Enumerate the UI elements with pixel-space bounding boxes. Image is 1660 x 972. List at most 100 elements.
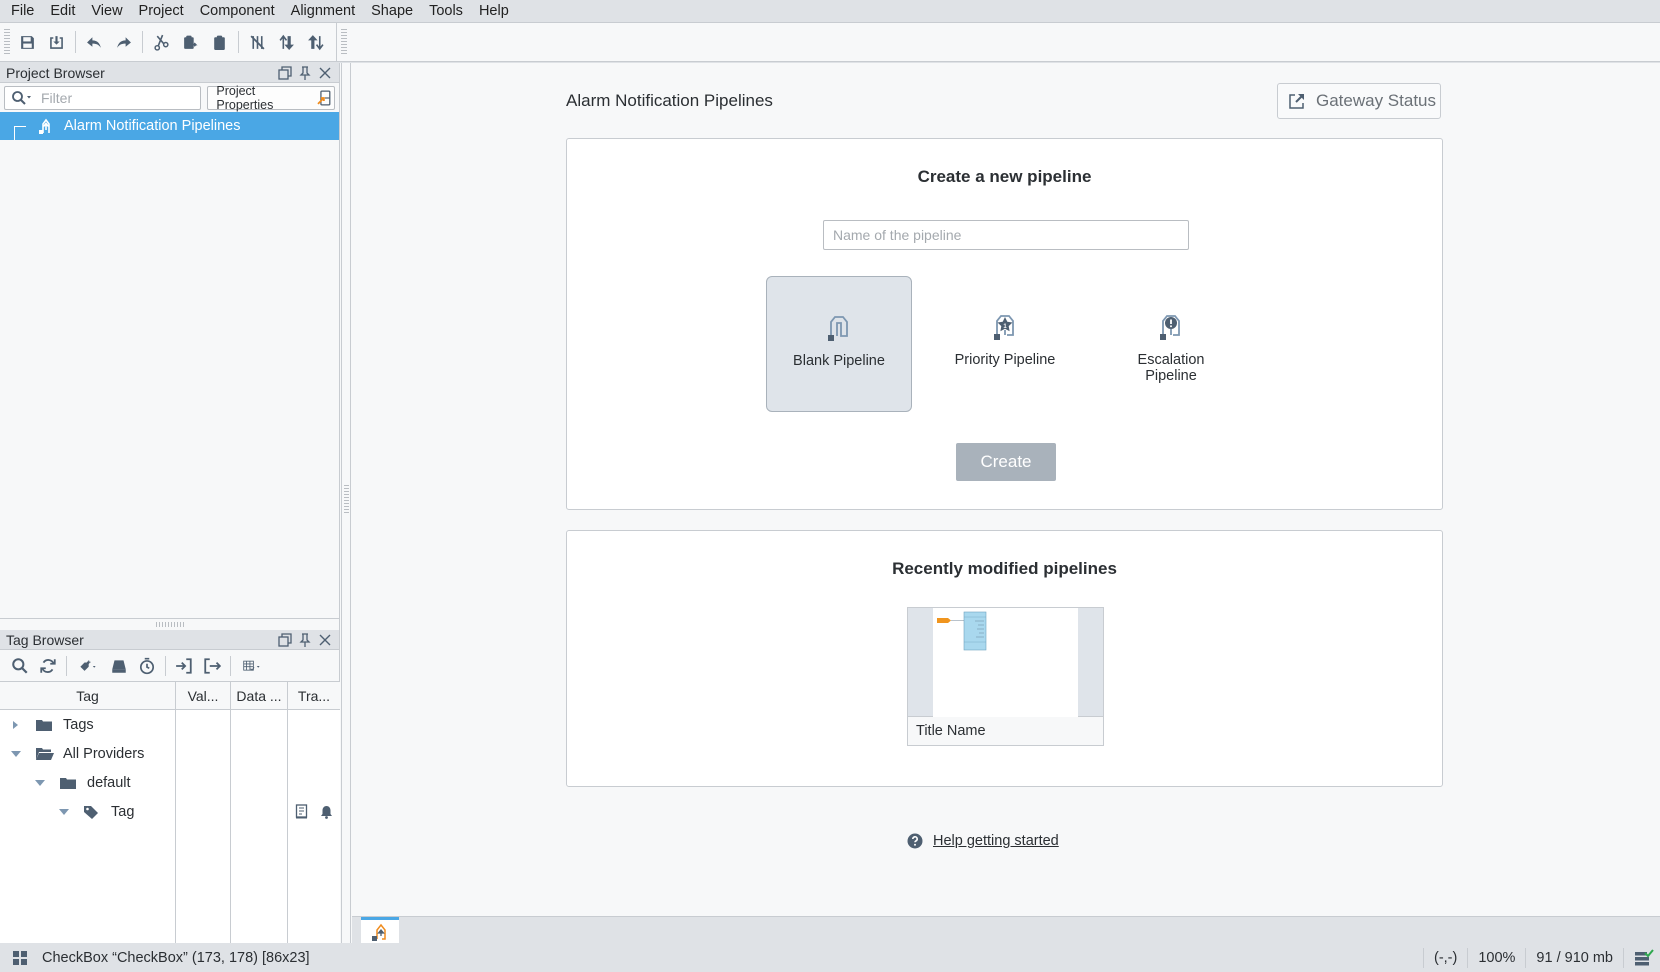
- toolbar-grip-2[interactable]: [341, 29, 347, 55]
- document-tabs: [352, 916, 1660, 944]
- table-view-button[interactable]: [235, 654, 269, 678]
- filter-input[interactable]: [41, 89, 191, 106]
- drive-icon: [112, 659, 126, 673]
- folder-icon: [60, 777, 76, 789]
- undo-icon: [87, 36, 101, 48]
- pipeline-tab-icon: [372, 923, 386, 941]
- column-header-data-type[interactable]: Data ...: [231, 682, 288, 709]
- tree-item-alarm-notification-pipelines[interactable]: Alarm Notification Pipelines: [0, 112, 339, 140]
- add-tag-button[interactable]: [71, 654, 105, 678]
- clipboard-icon: [214, 35, 225, 50]
- tag-row-label: default: [87, 774, 131, 791]
- recent-pipelines-card: Recently modified pipelines Title Name: [566, 530, 1443, 787]
- template-label: Priority Pipeline: [954, 352, 1056, 368]
- tag-browser-title: Tag Browser: [6, 631, 84, 648]
- project-properties-icon: [317, 89, 331, 106]
- menu-edit[interactable]: Edit: [42, 0, 83, 22]
- tag-row-default[interactable]: default: [0, 768, 340, 797]
- close-icon[interactable]: [317, 632, 333, 648]
- tag-row-tag[interactable]: Tag: [0, 797, 340, 826]
- float-panel-icon[interactable]: [277, 632, 293, 648]
- menu-component[interactable]: Component: [192, 0, 283, 22]
- toolbar-separator: [238, 31, 239, 53]
- close-icon[interactable]: [317, 65, 333, 81]
- filter-field[interactable]: [4, 85, 202, 110]
- tag-icon: [84, 805, 98, 819]
- template-label: Escalation Pipeline: [1137, 352, 1205, 384]
- import-icon: [176, 657, 192, 674]
- menu-help[interactable]: Help: [471, 0, 517, 22]
- toolbar-grip[interactable]: [4, 29, 10, 55]
- gateway-connection-status[interactable]: [1623, 947, 1660, 968]
- menu-file[interactable]: File: [3, 0, 42, 22]
- tag-search-button[interactable]: [6, 654, 34, 678]
- menu-alignment[interactable]: Alignment: [283, 0, 363, 22]
- tag-history-button[interactable]: [133, 654, 161, 678]
- project-browser-panel: Project Browser Project Properties Alarm…: [0, 63, 340, 618]
- paste-special-button[interactable]: [176, 28, 205, 56]
- menu-project[interactable]: Project: [131, 0, 192, 22]
- create-button[interactable]: Create: [956, 443, 1056, 481]
- component-grid-icon: [13, 950, 27, 965]
- gateway-status-button[interactable]: Gateway Status: [1277, 83, 1441, 119]
- search-dropdown-icon[interactable]: [11, 90, 33, 106]
- collapse-arrow-icon[interactable]: [35, 779, 45, 787]
- column-header-value[interactable]: Val...: [176, 682, 231, 709]
- tag-browser-toolbar: [0, 650, 339, 682]
- zoom-level: 100%: [1467, 947, 1525, 968]
- project-browser-header: Project Browser: [0, 63, 339, 83]
- create-pipeline-title: Create a new pipeline: [917, 167, 1092, 186]
- move-backward-button[interactable]: [301, 28, 330, 56]
- import-tags-button[interactable]: [170, 654, 198, 678]
- clipboard-arrow-icon: [184, 35, 198, 49]
- column-header-tag[interactable]: Tag: [0, 682, 176, 709]
- main-toolbar: [0, 22, 1660, 62]
- menu-bar: File Edit View Project Component Alignme…: [0, 0, 1660, 22]
- column-header-traits[interactable]: Tra...: [288, 682, 340, 709]
- tag-row-tags[interactable]: Tags: [0, 710, 340, 739]
- save-all-button[interactable]: [42, 28, 71, 56]
- blank-pipeline-option[interactable]: Blank Pipeline: [766, 276, 912, 412]
- recent-pipelines-title: Recently modified pipelines: [892, 559, 1117, 578]
- pipeline-preview-image: [937, 611, 987, 651]
- save-button[interactable]: [13, 28, 42, 56]
- project-properties-button[interactable]: Project Properties: [207, 84, 335, 112]
- pin-icon[interactable]: [297, 632, 313, 648]
- gateway-status-label: Gateway Status: [1316, 91, 1437, 110]
- menu-tools[interactable]: Tools: [421, 0, 471, 22]
- save-icon: [21, 35, 34, 49]
- export-tags-button[interactable]: [198, 654, 226, 678]
- menu-shape[interactable]: Shape: [363, 0, 421, 22]
- panel-splitter[interactable]: [0, 618, 340, 630]
- recent-pipeline-item[interactable]: Title Name: [907, 607, 1104, 746]
- float-panel-icon[interactable]: [277, 65, 293, 81]
- tag-provider-button[interactable]: [105, 654, 133, 678]
- undo-button[interactable]: [80, 28, 109, 56]
- memory-usage[interactable]: 91 / 910 mb: [1525, 947, 1623, 968]
- document-tab-pipelines[interactable]: [361, 917, 399, 944]
- tag-row-all-providers[interactable]: All Providers: [0, 739, 340, 768]
- collapse-arrow-icon[interactable]: [11, 750, 21, 758]
- paste-button[interactable]: [205, 28, 234, 56]
- status-bar: CheckBox “CheckBox” (173, 178) [86x23] (…: [0, 943, 1660, 972]
- tag-table-header: Tag Val... Data ... Tra...: [0, 682, 340, 710]
- folder-icon: [36, 719, 52, 731]
- cut-button[interactable]: [147, 28, 176, 56]
- recent-pipeline-label: Title Name: [916, 723, 986, 739]
- tag-refresh-button[interactable]: [34, 654, 62, 678]
- pin-icon[interactable]: [297, 65, 313, 81]
- refresh-icon: [40, 658, 56, 673]
- move-forward-button[interactable]: [272, 28, 301, 56]
- collapse-arrow-icon[interactable]: [59, 808, 69, 816]
- server-check-icon: [1635, 948, 1654, 965]
- disable-layout-button[interactable]: [243, 28, 272, 56]
- pipeline-name-input[interactable]: [823, 220, 1189, 250]
- redo-button[interactable]: [109, 28, 138, 56]
- priority-pipeline-option[interactable]: 1 Priority Pipeline: [932, 276, 1078, 412]
- help-getting-started-link[interactable]: Help getting started: [933, 833, 1059, 849]
- vertical-splitter[interactable]: [341, 63, 351, 943]
- expand-arrow-icon[interactable]: [11, 720, 21, 730]
- escalation-pipeline-option[interactable]: Escalation Pipeline: [1098, 276, 1244, 412]
- menu-view[interactable]: View: [83, 0, 130, 22]
- pipeline-icon: [39, 118, 50, 134]
